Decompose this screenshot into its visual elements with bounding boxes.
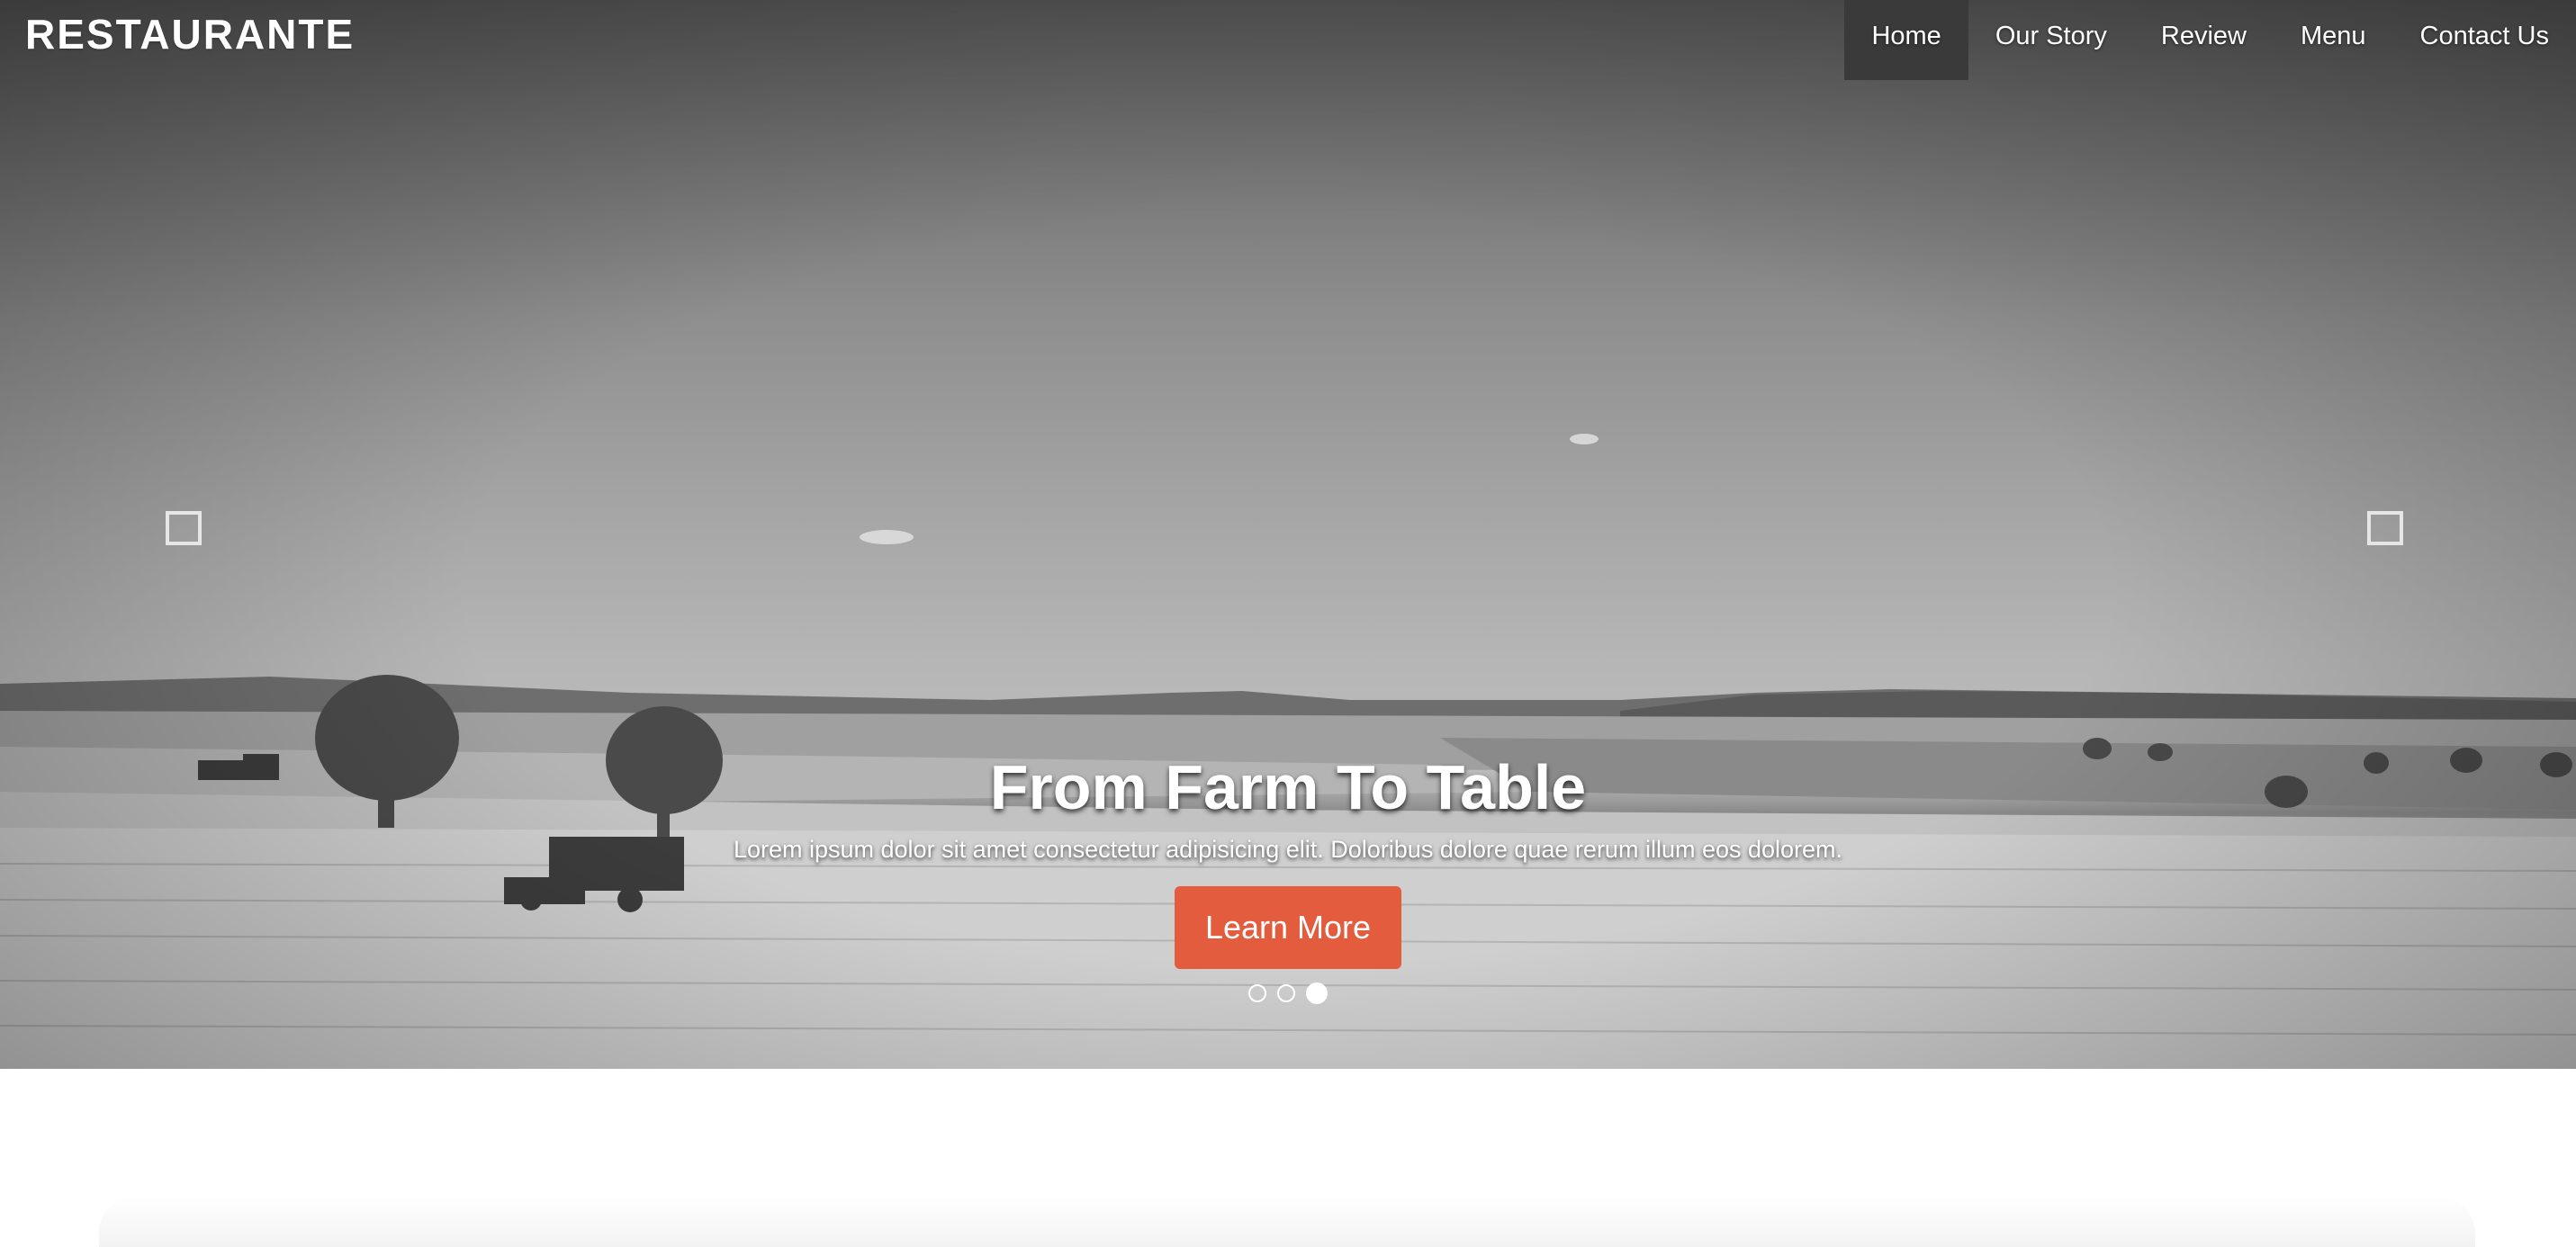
- nav-item-review[interactable]: Review: [2134, 0, 2274, 80]
- brand-logo[interactable]: RESTAURANTE: [25, 13, 355, 56]
- nav-item-menu[interactable]: Menu: [2274, 0, 2393, 80]
- carousel-prev-icon[interactable]: [166, 511, 202, 545]
- hero-caption: From Farm To Table Lorem ipsum dolor sit…: [0, 751, 2576, 969]
- nav-item-home[interactable]: Home: [1844, 0, 1968, 80]
- carousel-indicators: [0, 982, 2576, 1004]
- hero-headline: From Farm To Table: [989, 752, 1587, 822]
- hero-subline: Lorem ipsum dolor sit amet consectetur a…: [733, 836, 1843, 863]
- main-nav: Home Our Story Review Menu Contact Us: [1844, 0, 2576, 80]
- navbar: RESTAURANTE Home Our Story Review Menu C…: [0, 0, 2576, 80]
- learn-more-button[interactable]: Learn More: [1175, 886, 1401, 969]
- nav-item-our-story[interactable]: Our Story: [1968, 0, 2134, 80]
- carousel-next-icon[interactable]: [2367, 511, 2403, 545]
- carousel-dot-3[interactable]: [1306, 982, 1328, 1004]
- carousel-dot-2[interactable]: [1277, 984, 1295, 1002]
- carousel-dot-1[interactable]: [1248, 984, 1266, 1002]
- content-section-shadow: [99, 1197, 2475, 1247]
- nav-item-contact-us[interactable]: Contact Us: [2393, 0, 2576, 80]
